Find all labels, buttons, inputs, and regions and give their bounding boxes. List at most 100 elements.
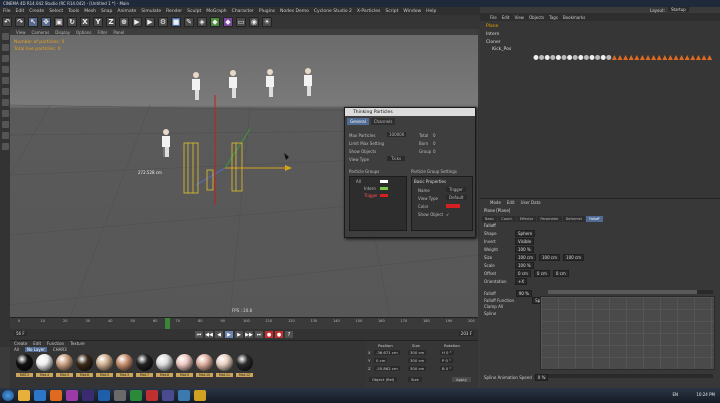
attribute-value[interactable]: 0 cm	[515, 270, 531, 277]
material-swatch[interactable]	[56, 354, 73, 371]
next-key-button[interactable]: ▶▶	[245, 331, 253, 338]
tool-icon[interactable]	[1, 143, 9, 150]
material-filter-item[interactable]: CHAR3	[53, 347, 67, 352]
coord-y-field[interactable]: 300 cm	[408, 358, 427, 363]
character-figure[interactable]	[266, 69, 274, 97]
attribute-tab-effector[interactable]: Effector	[516, 216, 537, 222]
attribute-value[interactable]: Sphere	[515, 230, 536, 237]
object-intern[interactable]: Intern	[486, 32, 499, 37]
material-menu-function[interactable]: Function	[47, 341, 64, 346]
app-icon[interactable]	[162, 390, 174, 401]
end-frame[interactable]: 203 F	[458, 331, 474, 336]
cinema4d-icon[interactable]	[114, 390, 126, 401]
material-swatch[interactable]	[156, 354, 173, 371]
viewport-menu-panel[interactable]: Panel	[113, 30, 124, 35]
current-frame[interactable]: 56 F	[14, 331, 27, 336]
attribute-value[interactable]: Visible	[515, 238, 535, 245]
falloff-spline-graph[interactable]	[540, 296, 715, 370]
apply-button[interactable]: Apply	[452, 377, 471, 382]
attribute-value[interactable]: +X	[515, 278, 528, 285]
menu-item-nodes-demo[interactable]: Nodes Demo	[280, 9, 309, 14]
go-end-button[interactable]: ⏭	[255, 331, 263, 338]
pen-button[interactable]: ✎	[184, 17, 194, 27]
menu-item-file[interactable]: File	[3, 9, 11, 14]
prev-frame-button[interactable]: ◀	[215, 331, 223, 338]
attribute-tab-basic[interactable]: Basic	[482, 216, 498, 222]
viewport-menu-display[interactable]: Display	[55, 30, 70, 35]
viewtype-select[interactable]: Default	[446, 195, 467, 200]
object-plane[interactable]: Plane	[486, 24, 498, 29]
x-axis-button[interactable]: X	[80, 17, 90, 27]
attribute-menu-mode[interactable]: Mode	[490, 200, 501, 205]
coord-mode-select[interactable]: Object (Rel)	[369, 377, 398, 382]
coord-x-field[interactable]: H 0 °	[440, 350, 454, 355]
tool-icon[interactable]	[1, 110, 9, 117]
camera-button[interactable]: ◉	[249, 17, 259, 27]
array-button[interactable]: ◆	[210, 17, 220, 27]
go-start-button[interactable]: ⏮	[195, 331, 203, 338]
max-particles-input[interactable]: 100000	[387, 132, 407, 137]
object-menu-view[interactable]: View	[514, 15, 524, 20]
color-swatch[interactable]	[446, 204, 460, 208]
menu-item-simulate[interactable]: Simulate	[141, 9, 161, 14]
record-button[interactable]: ●	[265, 331, 273, 338]
cube-button[interactable]: ■	[171, 17, 181, 27]
tool-icon[interactable]	[1, 77, 9, 84]
timeline-playhead[interactable]	[165, 318, 170, 329]
app-icon[interactable]	[146, 390, 158, 401]
tool-icon[interactable]	[1, 88, 9, 95]
coord-z-field[interactable]: -55.862 cm	[374, 366, 400, 371]
floor-button[interactable]: ▭	[236, 17, 246, 27]
material-swatch[interactable]	[76, 354, 93, 371]
viewport-menu-view[interactable]: View	[16, 30, 26, 35]
coord-system-button[interactable]: ⊕	[119, 17, 129, 27]
deformer-button[interactable]: ◆	[223, 17, 233, 27]
attribute-value-y[interactable]: 100 cm	[539, 254, 561, 261]
attribute-tab-falloff[interactable]: Falloff	[586, 216, 603, 222]
size-mode-select[interactable]: Size	[408, 377, 422, 382]
app-icon[interactable]	[194, 390, 206, 401]
menu-item-select[interactable]: Select	[49, 9, 63, 14]
tool-icon[interactable]	[1, 33, 9, 40]
render-button[interactable]: ▶	[145, 17, 155, 27]
tool-icon[interactable]	[1, 99, 9, 106]
character-figure[interactable]	[304, 68, 312, 96]
rotate-button[interactable]: ↻	[67, 17, 77, 27]
menu-item-window[interactable]: Window	[403, 9, 421, 14]
menu-item-tools[interactable]: Tools	[68, 9, 79, 14]
viewport-menu-options[interactable]: Options	[76, 30, 91, 35]
character-figure[interactable]	[229, 70, 237, 98]
name-input[interactable]: Trigger	[446, 187, 466, 192]
object-menu-objects[interactable]: Objects	[529, 15, 544, 20]
move-button[interactable]: ✥	[41, 17, 51, 27]
group-intern[interactable]: Intern	[364, 186, 376, 191]
attribute-tab-deformer[interactable]: Deformer	[562, 216, 586, 222]
live-select-button[interactable]: ↖	[28, 17, 38, 27]
view-type-select[interactable]: Ticks	[387, 156, 406, 161]
coord-x-field[interactable]: -36.671 cm	[374, 350, 400, 355]
tool-icon[interactable]	[1, 55, 9, 62]
tool-icon[interactable]	[1, 66, 9, 73]
menu-item-character[interactable]: Character	[232, 9, 254, 14]
z-axis-button[interactable]: Z	[106, 17, 116, 27]
layout-select[interactable]: Startup	[668, 7, 689, 12]
attribute-value[interactable]: 100 %	[515, 262, 534, 269]
material-swatch[interactable]	[216, 354, 233, 371]
menu-item-mograph[interactable]: MoGraph	[206, 9, 226, 14]
material-menu-create[interactable]: Create	[14, 341, 27, 346]
menu-item-render[interactable]: Render	[166, 9, 182, 14]
photoshop-icon[interactable]	[98, 390, 110, 401]
viewport-menu-filter[interactable]: Filter	[97, 30, 107, 35]
viewport-menu-cameras[interactable]: Cameras	[32, 30, 50, 35]
material-menu-texture[interactable]: Texture	[70, 341, 85, 346]
material-swatch[interactable]	[236, 354, 253, 371]
attribute-menu-user-data[interactable]: User Data	[521, 200, 541, 205]
object-cloner[interactable]: Cloner	[486, 40, 501, 45]
tool-icon[interactable]	[1, 44, 9, 51]
material-swatch[interactable]	[116, 354, 133, 371]
spline-anim-value[interactable]: 0 %	[534, 374, 549, 381]
menu-item-create[interactable]: Create	[29, 9, 44, 14]
firefox-icon[interactable]	[50, 390, 62, 401]
material-swatch[interactable]	[36, 354, 53, 371]
object-menu-file[interactable]: File	[490, 15, 497, 20]
